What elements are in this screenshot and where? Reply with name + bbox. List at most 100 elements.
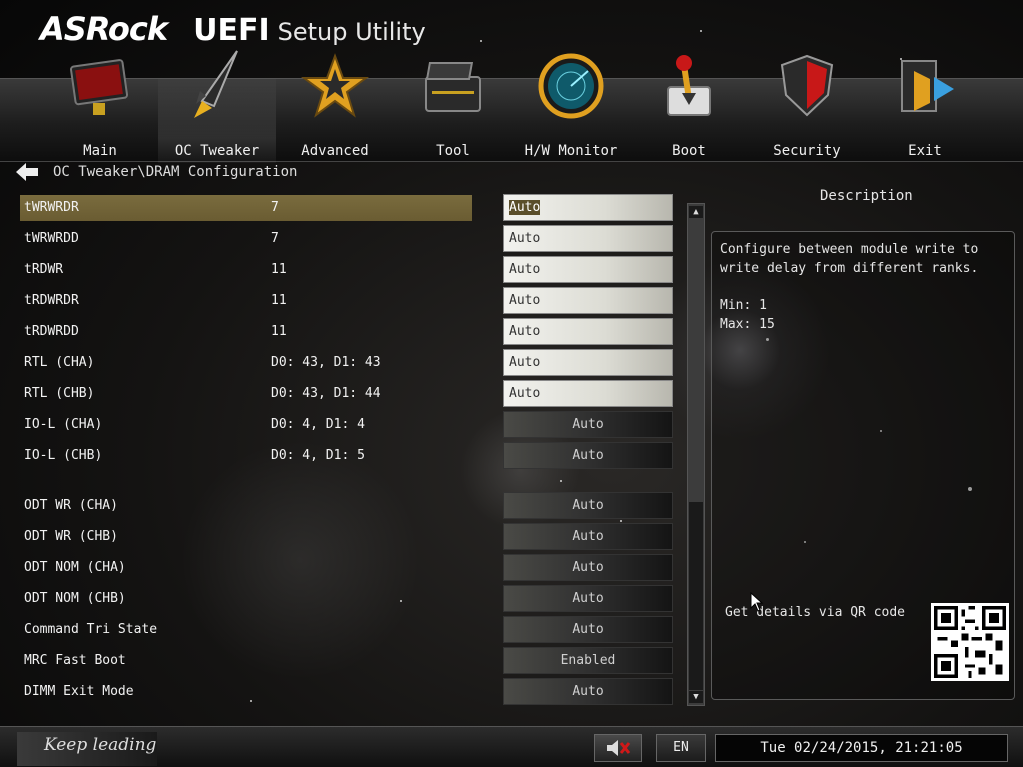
mute-button[interactable] [594, 734, 642, 762]
option-value: Auto [509, 262, 541, 277]
option-dropdown[interactable]: Auto [503, 492, 673, 519]
setting-row[interactable]: RTL (CHA) D0: 43, D1: 43 [20, 350, 472, 376]
setting-row[interactable]: tRDWRDR 11 [20, 288, 472, 314]
qr-code-icon [931, 603, 1009, 681]
tab-exit[interactable]: Exit [866, 51, 984, 163]
setting-current-value: 7 [271, 200, 279, 215]
description-title: Description [820, 188, 913, 204]
setup-utility-title: Setup Utility [277, 18, 426, 46]
setting-current-value: 11 [271, 262, 287, 277]
option-dropdown[interactable]: Auto [503, 411, 673, 438]
setting-label: ODT NOM (CHB) [24, 591, 126, 606]
brand-header: ASRock UEFI Setup Utility [40, 10, 426, 50]
option-value: Auto [572, 498, 604, 513]
mouse-cursor-icon [750, 591, 764, 616]
setting-label: ODT WR (CHA) [24, 498, 118, 513]
option-dropdown[interactable]: Auto [503, 678, 673, 705]
setting-row[interactable]: ODT WR (CHB) [20, 524, 472, 550]
star-icon [300, 51, 370, 121]
toolbox-icon [418, 51, 488, 121]
setting-row[interactable]: Command Tri State [20, 617, 472, 643]
setting-row[interactable]: IO-L (CHB) D0: 4, D1: 5 [20, 443, 472, 469]
tab-oc-tweaker[interactable]: OC Tweaker [158, 50, 276, 163]
tab-security-label: Security [773, 143, 841, 159]
shield-icon [772, 51, 842, 121]
setting-label: tWRWRDR [24, 200, 79, 215]
setting-row[interactable]: tWRWRDR 7 [20, 195, 472, 221]
uefi-title: UEFI [193, 13, 270, 48]
setting-row[interactable]: ODT NOM (CHB) [20, 586, 472, 612]
setting-current-value: D0: 4, D1: 4 [271, 417, 365, 432]
setting-row[interactable]: DIMM Exit Mode [20, 679, 472, 705]
tab-hw-monitor-label: H/W Monitor [524, 143, 618, 159]
option-input[interactable]: Auto [503, 380, 673, 407]
option-value: Auto [572, 448, 604, 463]
exit-door-icon [890, 51, 960, 121]
tab-tool[interactable]: Tool [394, 51, 512, 163]
scroll-up-arrow-icon[interactable]: ▲ [689, 206, 703, 218]
setting-row[interactable]: tRDWRDD 11 [20, 319, 472, 345]
option-dropdown[interactable]: Auto [503, 523, 673, 550]
setting-label: ODT NOM (CHA) [24, 560, 126, 575]
option-dropdown[interactable]: Auto [503, 554, 673, 581]
option-input[interactable]: Auto [503, 225, 673, 252]
setting-current-value: 7 [271, 231, 279, 246]
rocket-icon [182, 50, 252, 121]
option-value: Auto [572, 417, 604, 432]
tab-boot-label: Boot [672, 143, 706, 159]
setting-label: IO-L (CHB) [24, 448, 103, 463]
tab-tool-label: Tool [436, 143, 470, 159]
breadcrumb: OC Tweaker\DRAM Configuration [53, 164, 298, 180]
scroll-thumb[interactable] [689, 502, 703, 690]
option-input[interactable]: Auto [503, 256, 673, 283]
option-dropdown[interactable]: Auto [503, 442, 673, 469]
option-value: Auto [509, 355, 541, 370]
tab-hw-monitor[interactable]: H/W Monitor [512, 51, 630, 163]
setting-label: Command Tri State [24, 622, 158, 637]
setting-label: tWRWRDD [24, 231, 79, 246]
option-input[interactable]: Auto [503, 194, 673, 221]
setting-label: DIMM Exit Mode [24, 684, 134, 699]
option-dropdown[interactable]: Auto [503, 616, 673, 643]
tab-oc-tweaker-label: OC Tweaker [174, 143, 260, 159]
option-input[interactable]: Auto [503, 318, 673, 345]
setting-label: ODT WR (CHB) [24, 529, 118, 544]
setting-row[interactable]: ODT NOM (CHA) [20, 555, 472, 581]
description-text: Configure between module write to write … [720, 242, 979, 276]
option-value: Auto [509, 200, 541, 215]
tab-security[interactable]: Security [748, 51, 866, 163]
setting-row[interactable]: IO-L (CHA) D0: 4, D1: 4 [20, 412, 472, 438]
setting-row[interactable]: tWRWRDD 7 [20, 226, 472, 252]
description-max: Max: 15 [720, 317, 775, 332]
setting-row[interactable]: RTL (CHB) D0: 43, D1: 44 [20, 381, 472, 407]
option-dropdown[interactable]: Enabled [503, 647, 673, 674]
option-input[interactable]: Auto [503, 349, 673, 376]
setting-label: tRDWRDR [24, 293, 79, 308]
tab-boot[interactable]: Boot [630, 51, 748, 163]
option-value: Auto [572, 529, 604, 544]
scrollbar[interactable]: ▲ ▼ [687, 203, 705, 706]
option-input[interactable]: Auto [503, 287, 673, 314]
setting-row[interactable]: MRC Fast Boot [20, 648, 472, 674]
tab-advanced-label: Advanced [301, 143, 369, 159]
setting-label: tRDWR [24, 262, 64, 277]
language-button[interactable]: EN [656, 734, 706, 762]
back-arrow-icon[interactable] [16, 163, 38, 181]
scroll-down-arrow-icon[interactable]: ▼ [689, 691, 703, 703]
setting-row[interactable]: tRDWR 11 [20, 257, 472, 283]
description-panel: Configure between module write to write … [711, 231, 1015, 700]
speaker-muted-icon [607, 740, 631, 756]
setting-label: tRDWRDD [24, 324, 79, 339]
setting-current-value: D0: 43, D1: 44 [271, 386, 381, 401]
tab-exit-label: Exit [908, 143, 942, 159]
option-dropdown[interactable]: Auto [503, 585, 673, 612]
joystick-icon [654, 51, 724, 121]
footer-bar: Keep leading EN Tue 02/24/2015, 21:21:05 [0, 726, 1023, 767]
tab-main[interactable]: Main [41, 51, 159, 163]
setting-row[interactable]: ODT WR (CHA) [20, 493, 472, 519]
monitor-icon [65, 51, 135, 121]
option-value: Auto [509, 386, 541, 401]
tab-advanced[interactable]: Advanced [276, 51, 394, 163]
setting-label: RTL (CHA) [24, 355, 95, 370]
tab-main-label: Main [83, 143, 117, 159]
